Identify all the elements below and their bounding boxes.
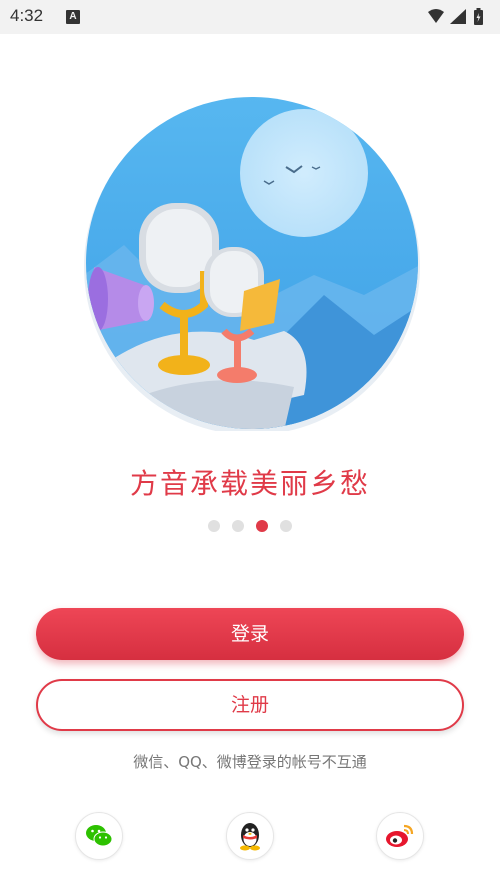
wechat-icon bbox=[86, 825, 113, 847]
page-dot[interactable] bbox=[232, 520, 244, 532]
register-button[interactable]: 注册 bbox=[36, 679, 464, 731]
page-indicator bbox=[0, 520, 500, 532]
qq-login-button[interactable] bbox=[226, 812, 274, 860]
wechat-login-button[interactable] bbox=[75, 812, 123, 860]
onboarding-slogan: 方音承载美丽乡愁 bbox=[129, 467, 370, 500]
onboarding-illustration bbox=[84, 95, 420, 431]
qq-icon bbox=[240, 823, 260, 851]
page-dot[interactable] bbox=[280, 520, 292, 532]
battery-icon bbox=[474, 8, 483, 25]
status-time: 4:32 bbox=[10, 6, 44, 25]
login-button[interactable]: 登录 bbox=[36, 608, 464, 660]
page-dot[interactable] bbox=[208, 520, 220, 532]
signal-icon bbox=[450, 9, 466, 24]
wifi-icon bbox=[428, 9, 444, 23]
weibo-icon bbox=[386, 824, 414, 847]
social-login-notice: 微信、QQ、微博登录的帐号不互通 bbox=[133, 753, 367, 771]
status-indicators bbox=[426, 7, 492, 31]
a-letter-icon: A bbox=[66, 10, 80, 24]
weibo-login-button[interactable] bbox=[376, 812, 424, 860]
status-bar: 4:32 A bbox=[0, 0, 500, 34]
page-dot-active[interactable] bbox=[256, 520, 268, 532]
